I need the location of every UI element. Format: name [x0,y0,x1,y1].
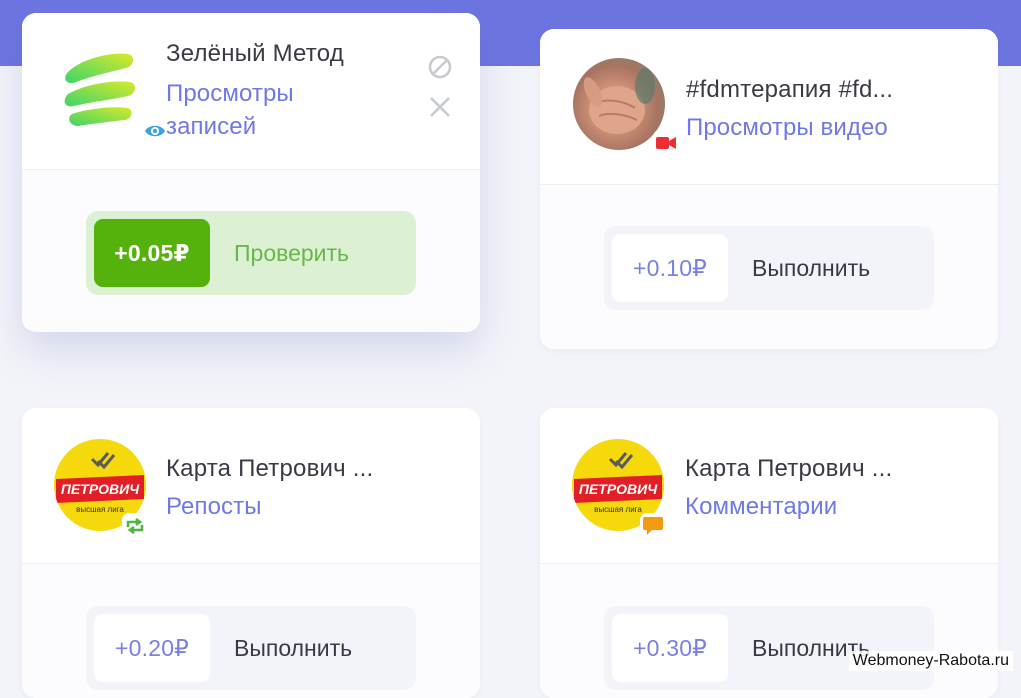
reward-amount: +0.30₽ [612,614,728,682]
task-card-footer: +0.30₽ Выполнить [540,564,998,698]
card-title: Зелёный Метод [166,40,344,67]
green-method-logo [64,53,136,126]
video-camera-icon [653,130,679,156]
check-button[interactable]: +0.05₽ Проверить [86,211,416,295]
eye-icon [142,118,168,144]
reward-amount: +0.05₽ [94,219,210,287]
close-icon[interactable] [426,93,454,121]
task-card-header: ПЕТРОВИЧ высшая лига Карта Петрович ... … [540,408,998,564]
task-card-footer: +0.05₽ Проверить [22,170,480,332]
card-subtitle[interactable]: Просмотры видео [686,111,888,144]
action-label: Выполнить [234,634,353,661]
execute-button[interactable]: +0.10₽ Выполнить [604,226,934,310]
task-card-header: ПЕТРОВИЧ высшая лига Карта Петрович ... … [22,408,480,564]
card-subtitle[interactable]: Комментарии [685,490,837,523]
card-title: Карта Петрович ... [685,455,893,482]
avatar [62,48,168,144]
execute-button[interactable]: +0.20₽ Выполнить [86,606,416,690]
avatar [573,58,679,156]
task-card-zeleny-metod[interactable]: Зелёный Метод Просмотры записей +0.05₽ П… [22,13,480,332]
task-card-fdm-therapy[interactable]: #fdmтерапия #fd... Просмотры видео +0.10… [540,29,998,349]
logo-text: ПЕТРОВИЧ [60,481,140,497]
task-card-petrovich-reposts[interactable]: ПЕТРОВИЧ высшая лига Карта Петрович ... … [22,408,480,698]
comment-icon [640,513,666,539]
reward-amount: +0.20₽ [94,614,210,682]
task-card-footer: +0.10₽ Выполнить [540,185,998,349]
watermark: Webmoney-Rabota.ru [848,651,1013,671]
block-icon[interactable] [426,53,454,81]
card-subtitle[interactable]: Просмотры записей [166,77,336,143]
task-card-header: #fdmтерапия #fd... Просмотры видео [540,29,998,185]
repost-icon [122,513,148,539]
card-subtitle[interactable]: Репосты [166,490,262,523]
avatar: ПЕТРОВИЧ высшая лига [572,439,666,539]
reward-amount: +0.10₽ [612,234,728,302]
action-label: Выполнить [752,254,871,281]
task-card-footer: +0.20₽ Выполнить [22,564,480,698]
card-title: #fdmтерапия #fd... [686,76,894,103]
logo-text: ПЕТРОВИЧ [578,481,658,497]
task-card-header: Зелёный Метод Просмотры записей [22,13,480,170]
action-label: Проверить [234,239,350,266]
execute-button[interactable]: +0.30₽ Выполнить [604,606,934,690]
card-title: Карта Петрович ... [166,455,374,482]
avatar: ПЕТРОВИЧ высшая лига [54,439,148,539]
avatar-photo [573,58,665,150]
